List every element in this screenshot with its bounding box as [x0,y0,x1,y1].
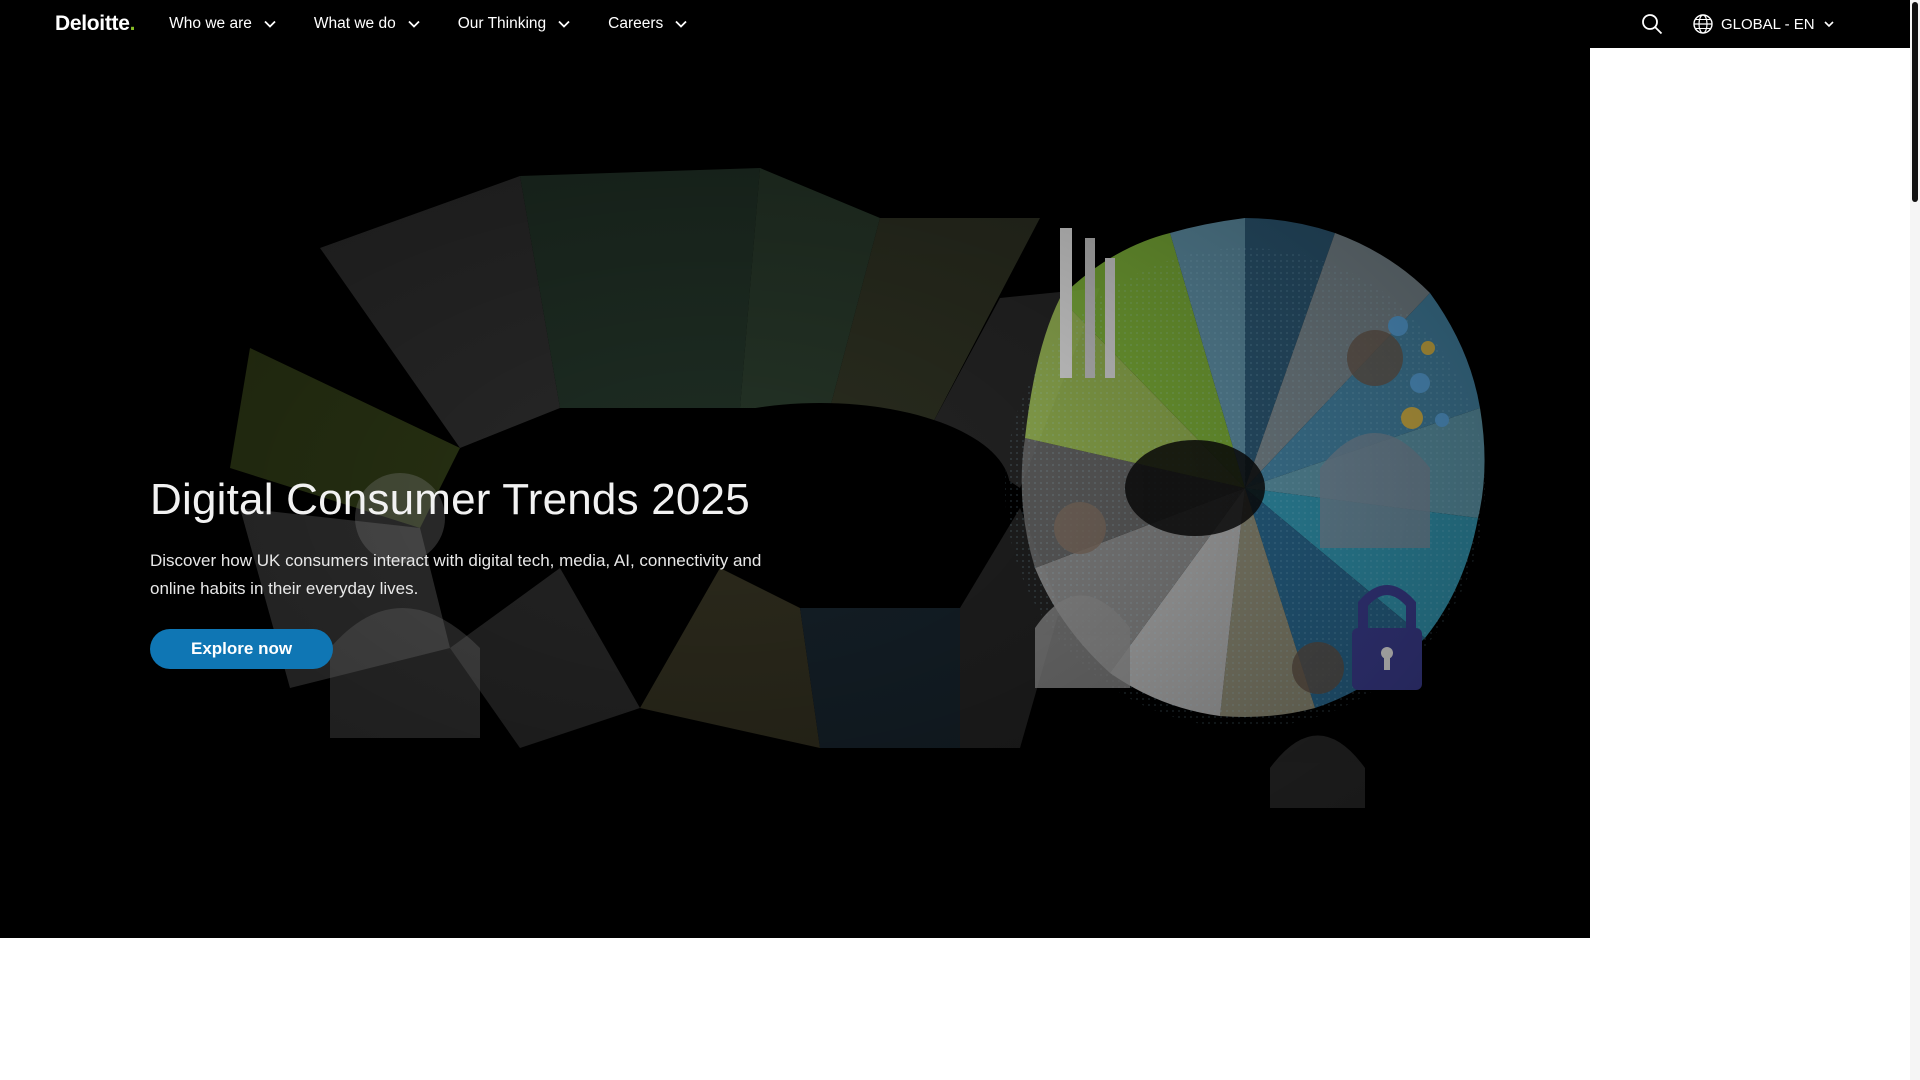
nav-item-careers[interactable]: Careers [608,15,689,33]
search-icon[interactable] [1640,12,1664,36]
logo-wordmark: Deloitte [55,12,130,35]
hero-banner: Digital Consumer Trends 2025 Discover ho… [0,48,1590,938]
chevron-down-icon [408,20,420,28]
top-navigation: Deloitte. Who we are What we do Our Thin… [0,0,1910,48]
globe-icon [1693,14,1713,34]
chevron-down-icon [264,20,276,28]
hero-title: Digital Consumer Trends 2025 [150,475,750,524]
nav-item-label: What we do [313,15,396,32]
locale-selector[interactable]: GLOBAL - EN [1692,13,1835,35]
nav-item-what-we-do[interactable]: What we do [314,15,422,33]
deloitte-logo[interactable]: Deloitte. [55,12,135,36]
chevron-down-icon [558,20,570,28]
nav-item-who-we-are[interactable]: Who we are [169,15,278,33]
scrollbar-thumb[interactable] [1912,2,1918,202]
hero-description: Discover how UK consumers interact with … [150,551,762,598]
nav-item-label: Our Thinking [457,15,547,32]
chevron-down-icon [1824,21,1834,28]
nav-item-label: Who we are [169,15,252,32]
page-scrollbar[interactable] [1910,0,1920,1080]
side-panel [1590,48,1910,1080]
main-nav: Who we are What we do Our Thinking Caree… [169,15,725,33]
header-tools: GLOBAL - EN [1640,0,1835,48]
locale-label: GLOBAL - EN [1721,15,1815,33]
nav-item-our-thinking[interactable]: Our Thinking [458,15,572,33]
hero-content: Digital Consumer Trends 2025 Discover ho… [150,475,790,669]
chevron-down-icon [675,20,687,28]
explore-now-button[interactable]: Explore now [150,629,334,669]
nav-item-label: Careers [608,15,664,32]
logo-dot: . [129,12,136,35]
